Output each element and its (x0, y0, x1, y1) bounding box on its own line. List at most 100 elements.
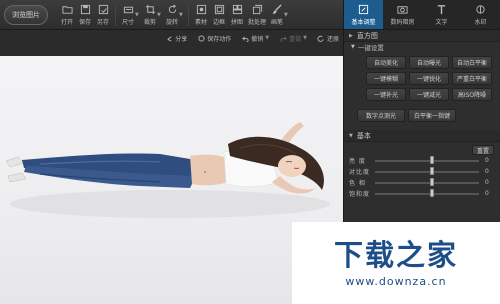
basic-label: 基本 (356, 131, 371, 140)
slider-label: 饱和度 (349, 191, 371, 198)
site-watermark: 下载之家 www.downza.cn (292, 222, 500, 304)
tab-darkroom[interactable]: 数码暗房 (383, 0, 422, 29)
slider-label: 亮 度 (349, 158, 366, 165)
saturation-slider[interactable] (375, 188, 479, 197)
tab-label: 文字 (435, 19, 448, 26)
one-click-sharpen-button[interactable]: 一键锐化 (409, 72, 449, 85)
watermark-icon (475, 3, 487, 15)
toolbar-divider (188, 3, 189, 26)
toolbar-divider (115, 3, 116, 26)
chevron-down-icon[interactable]: ▼ (284, 12, 290, 18)
digital-metering-button[interactable]: 数字点测光 (357, 109, 405, 122)
redo-button[interactable]: 重做 ▼ (279, 34, 307, 43)
save-tool[interactable]: 保存 (76, 0, 94, 30)
tool-label: 打开 (60, 18, 73, 26)
adjust-icon (358, 3, 370, 15)
undo-button[interactable]: 撤销 ▼ (241, 34, 269, 43)
tab-text[interactable]: 文字 (422, 0, 461, 29)
reset-button[interactable]: 重置 (472, 145, 494, 155)
contrast-slider[interactable] (375, 166, 479, 175)
sticker-tool[interactable]: 素材 (192, 0, 210, 30)
watermark-url: www.downza.cn (345, 274, 447, 288)
tab-label: 数码暗房 (390, 19, 415, 26)
share-button[interactable]: 分享 (165, 34, 187, 43)
slider-value: 0 (485, 157, 489, 164)
slider-value: 0 (485, 168, 489, 175)
slider-list: 亮 度 0 对比度 0 色 相 0 饱和度 0 (344, 155, 500, 199)
tool-label: 旋转 (165, 18, 178, 26)
save-as-icon (97, 4, 109, 16)
slider-thumb[interactable] (430, 188, 435, 197)
brightness-slider[interactable] (375, 155, 479, 164)
undo-icon (241, 34, 249, 42)
resize-icon (122, 4, 134, 16)
redo-icon (279, 34, 287, 42)
undo-label: 撤销 (251, 35, 264, 43)
chevron-down-icon[interactable]: ▼ (265, 35, 269, 41)
auto-beautify-button[interactable]: 自动美化 (366, 56, 406, 69)
slider-label: 色 相 (349, 180, 366, 187)
browse-images-button[interactable]: 浏览图片 (4, 4, 48, 25)
one-click-blur-button[interactable]: 一键模糊 (366, 72, 406, 85)
save-action-button[interactable]: 保存动作 (197, 34, 231, 43)
tool-group: 打开 保存 另存 尺寸 ▼ 裁剪 ▼ 旋转 ▼ 素材 边框 拼图 批处理 画笔 … (58, 0, 290, 30)
folder-icon (61, 4, 73, 16)
tab-basic-adjust[interactable]: 基本调整 (344, 0, 383, 29)
triangle-down-icon: ▼ (351, 44, 355, 50)
redo-label: 重做 (289, 35, 302, 43)
save-as-tool[interactable]: 另存 (94, 0, 112, 30)
slider-value: 0 (485, 179, 489, 186)
hue-slider-row: 色 相 0 (344, 177, 500, 188)
save-icon (79, 4, 91, 16)
slider-thumb[interactable] (430, 177, 435, 186)
reset-row: 重置 (344, 142, 500, 155)
share-icon (165, 34, 173, 42)
slider-label: 对比度 (349, 169, 371, 176)
one-click-label: 一键设置 (357, 44, 384, 52)
basic-section[interactable]: ▼ 基本 (344, 130, 500, 142)
one-click-buttons: 自动美化 自动曝光 自动白平衡 一键模糊 一键锐化 严重白平衡 一键补光 一键减… (344, 52, 500, 101)
contrast-slider-row: 对比度 0 (344, 166, 500, 177)
auto-white-balance-button[interactable]: 自动白平衡 (452, 56, 492, 69)
tool-label: 拼图 (230, 18, 243, 26)
rotate-icon (166, 4, 178, 16)
slider-thumb[interactable] (430, 155, 435, 164)
tool-label: 素材 (194, 18, 207, 26)
chevron-down-icon[interactable]: ▼ (303, 35, 307, 41)
auto-exposure-button[interactable]: 自动曝光 (409, 56, 449, 69)
reduce-light-button[interactable]: 一键减光 (409, 88, 449, 101)
open-tool[interactable]: 打开 (58, 0, 76, 30)
histogram-section[interactable]: ▶ 直方图 (344, 30, 500, 42)
tab-watermark[interactable]: 水印 (461, 0, 500, 29)
watermark-title: 下载之家 (333, 237, 458, 272)
batch-tool[interactable]: 批处理 (246, 0, 268, 30)
tool-label: 边框 (212, 18, 225, 26)
tool-label: 画笔 (270, 18, 283, 26)
save-action-label: 保存动作 (207, 35, 232, 43)
share-label: 分享 (175, 35, 188, 43)
high-iso-denoise-button[interactable]: 高ISO降噪 (452, 88, 492, 101)
white-balance-one-key-button[interactable]: 白平衡一指键 (408, 109, 456, 122)
tab-label: 水印 (474, 19, 487, 26)
tool-label: 裁剪 (143, 18, 156, 26)
one-click-section[interactable]: ▼ 一键设置 (344, 42, 500, 52)
triangle-right-icon: ▶ (349, 32, 353, 39)
restore-label: 还原 (326, 35, 339, 43)
slider-value: 0 (485, 190, 489, 197)
histogram-label: 直方图 (356, 31, 378, 40)
strict-white-balance-button[interactable]: 严重白平衡 (452, 72, 492, 85)
collage-icon (231, 4, 243, 16)
camera-icon (397, 3, 409, 15)
hue-slider[interactable] (375, 177, 479, 186)
restore-button[interactable]: 还原 (317, 34, 339, 43)
main-toolbar: 浏览图片 打开 保存 另存 尺寸 ▼ 裁剪 ▼ 旋转 ▼ 素材 边框 拼图 批处… (0, 0, 343, 30)
triangle-down-icon: ▼ (349, 132, 353, 139)
metering-buttons: 数字点测光 白平衡一指键 (344, 101, 500, 122)
tab-label: 基本调整 (351, 19, 376, 26)
collage-tool[interactable]: 拼图 (228, 0, 246, 30)
chevron-down-icon[interactable]: ▼ (179, 12, 185, 18)
fill-light-button[interactable]: 一键补光 (366, 88, 406, 101)
slider-thumb[interactable] (430, 166, 435, 175)
brightness-slider-row: 亮 度 0 (344, 155, 500, 166)
frame-tool[interactable]: 边框 (210, 0, 228, 30)
